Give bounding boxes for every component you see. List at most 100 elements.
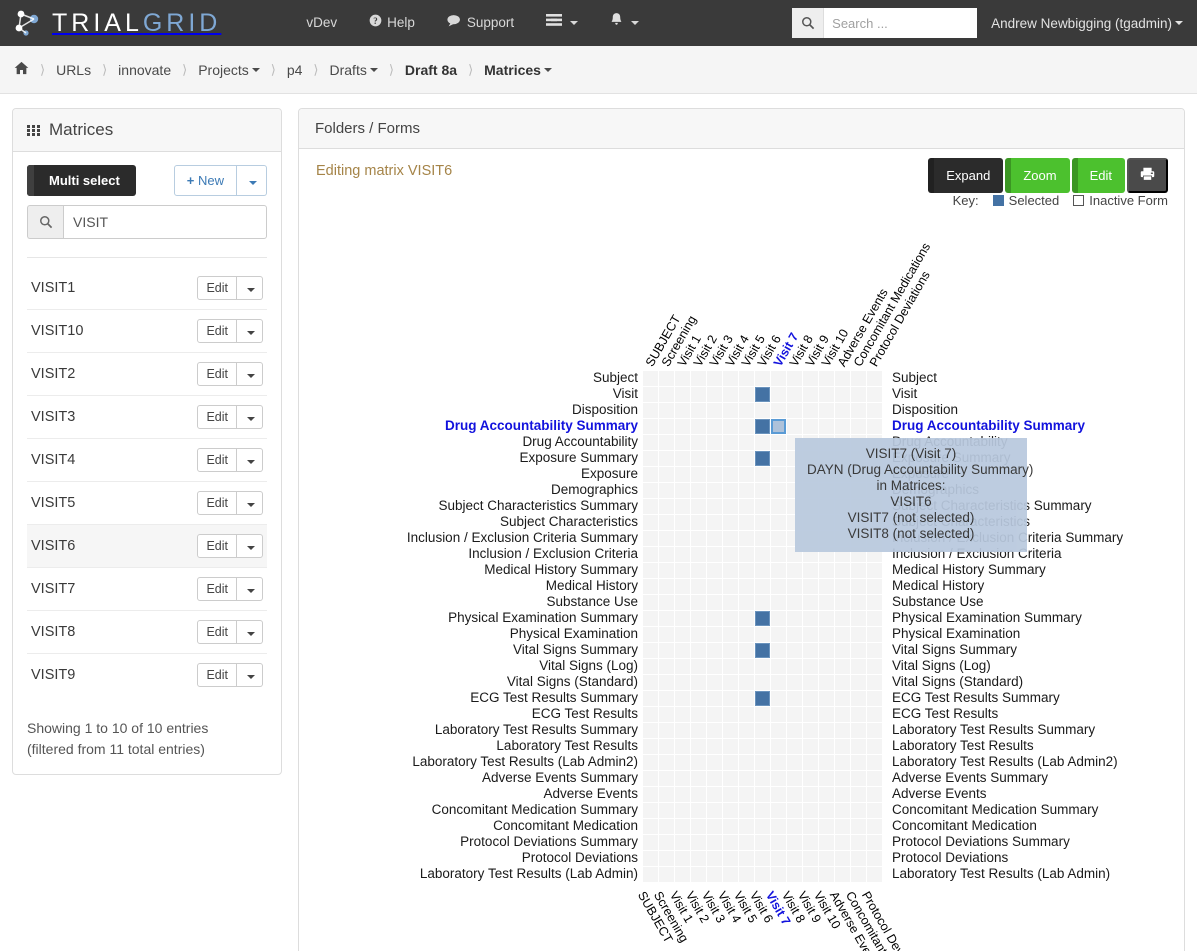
- nav-item-menu[interactable]: [530, 0, 594, 46]
- matrix-cell[interactable]: [755, 611, 770, 626]
- matrix-cell[interactable]: [803, 595, 818, 610]
- matrix-row-dropdown-button[interactable]: [237, 491, 263, 515]
- matrix-cell[interactable]: [867, 595, 882, 610]
- matrix-cell[interactable]: [787, 371, 802, 386]
- matrix-row-header[interactable]: Exposure Summary: [299, 450, 638, 466]
- matrix-cell[interactable]: [643, 627, 658, 642]
- matrix-cell[interactable]: [739, 787, 754, 802]
- matrix-row-header[interactable]: ECG Test Results Summary: [299, 690, 638, 706]
- matrix-row-dropdown-button[interactable]: [237, 448, 263, 472]
- matrix-cell[interactable]: [675, 515, 690, 530]
- matrix-edit-button[interactable]: Edit: [197, 319, 237, 343]
- matrix-cell[interactable]: [819, 675, 834, 690]
- matrix-cell[interactable]: [643, 419, 658, 434]
- matrix-cell[interactable]: [803, 851, 818, 866]
- matrix-cell[interactable]: [739, 435, 754, 450]
- matrix-cell[interactable]: [771, 563, 786, 578]
- matrix-cell[interactable]: [691, 787, 706, 802]
- matrix-cell[interactable]: [643, 515, 658, 530]
- matrix-cell[interactable]: [691, 579, 706, 594]
- matrix-cell[interactable]: [707, 723, 722, 738]
- matrix-cell[interactable]: [755, 739, 770, 754]
- matrix-cell[interactable]: [803, 867, 818, 882]
- matrix-cell[interactable]: [803, 803, 818, 818]
- search-input[interactable]: [824, 8, 978, 38]
- matrix-row-header[interactable]: Concomitant Medication Summary: [299, 802, 638, 818]
- matrix-cell[interactable]: [723, 819, 738, 834]
- matrix-cell[interactable]: [675, 611, 690, 626]
- matrix-cell[interactable]: [723, 659, 738, 674]
- matrix-cell[interactable]: [675, 371, 690, 386]
- matrix-cell[interactable]: [803, 563, 818, 578]
- matrix-cell[interactable]: [755, 387, 770, 402]
- matrix-row-header-right[interactable]: Physical Examination Summary: [892, 610, 1082, 626]
- matrix-cell[interactable]: [771, 499, 786, 514]
- matrix-cell[interactable]: [643, 483, 658, 498]
- matrix-cell[interactable]: [659, 867, 674, 882]
- matrix-cell[interactable]: [707, 675, 722, 690]
- matrix-cell[interactable]: [659, 371, 674, 386]
- matrix-cell[interactable]: [787, 787, 802, 802]
- matrix-cell[interactable]: [771, 835, 786, 850]
- matrix-cell[interactable]: [851, 563, 866, 578]
- matrix-list-item[interactable]: VISIT1 Edit: [27, 267, 267, 309]
- matrix-cell[interactable]: [787, 627, 802, 642]
- matrix-row-header-right[interactable]: ECG Test Results: [892, 706, 998, 722]
- nav-item-vdev[interactable]: vDev: [290, 0, 353, 46]
- matrix-cell[interactable]: [787, 403, 802, 418]
- matrix-cell[interactable]: [707, 851, 722, 866]
- matrix-cell[interactable]: [819, 387, 834, 402]
- matrix-cell[interactable]: [819, 867, 834, 882]
- matrix-row-header[interactable]: Medical History Summary: [299, 562, 638, 578]
- matrix-cell[interactable]: [787, 803, 802, 818]
- matrix-cell[interactable]: [803, 627, 818, 642]
- matrix-cell[interactable]: [771, 611, 786, 626]
- matrix-cell[interactable]: [675, 851, 690, 866]
- matrix-cell[interactable]: [707, 739, 722, 754]
- matrix-cell[interactable]: [755, 867, 770, 882]
- matrix-cell[interactable]: [867, 835, 882, 850]
- matrix-cell[interactable]: [835, 595, 850, 610]
- matrix-cell[interactable]: [835, 787, 850, 802]
- matrix-cell[interactable]: [659, 627, 674, 642]
- matrix-row-header[interactable]: Inclusion / Exclusion Criteria Summary: [299, 530, 638, 546]
- matrix-cell[interactable]: [723, 435, 738, 450]
- matrix-cell[interactable]: [819, 371, 834, 386]
- breadcrumb-item-draft8a[interactable]: Draft 8a: [405, 62, 457, 78]
- matrix-cell[interactable]: [723, 771, 738, 786]
- matrix-edit-button[interactable]: Edit: [197, 448, 237, 472]
- matrix-list-item[interactable]: VISIT4 Edit: [27, 438, 267, 481]
- matrix-cell[interactable]: [771, 643, 786, 658]
- matrix-cell[interactable]: [659, 515, 674, 530]
- matrix-cell[interactable]: [723, 595, 738, 610]
- matrix-cell[interactable]: [819, 643, 834, 658]
- matrix-cell[interactable]: [867, 563, 882, 578]
- matrix-cell[interactable]: [675, 579, 690, 594]
- matrix-cell[interactable]: [659, 467, 674, 482]
- matrix-cell[interactable]: [723, 611, 738, 626]
- matrix-cell[interactable]: [643, 499, 658, 514]
- matrix-cell[interactable]: [755, 659, 770, 674]
- matrix-cell[interactable]: [707, 595, 722, 610]
- matrices-filter-input[interactable]: [63, 205, 267, 239]
- matrix-row-header[interactable]: Laboratory Test Results (Lab Admin2): [299, 754, 638, 770]
- matrix-row-dropdown-button[interactable]: [237, 405, 263, 429]
- matrix-cell[interactable]: [739, 739, 754, 754]
- matrix-cell[interactable]: [851, 659, 866, 674]
- matrix-cell[interactable]: [723, 707, 738, 722]
- matrix-cell[interactable]: [819, 739, 834, 754]
- matrix-row-header-right[interactable]: Substance Use: [892, 594, 984, 610]
- matrix-cell[interactable]: [803, 819, 818, 834]
- matrix-cell[interactable]: [755, 835, 770, 850]
- matrix-cell[interactable]: [771, 675, 786, 690]
- matrix-row-header-right[interactable]: Laboratory Test Results: [892, 738, 1034, 754]
- matrix-cell[interactable]: [659, 691, 674, 706]
- matrix-cell[interactable]: [787, 819, 802, 834]
- breadcrumb-item-p4[interactable]: p4: [287, 62, 303, 78]
- matrix-row-dropdown-button[interactable]: [237, 276, 263, 300]
- matrix-cell[interactable]: [851, 675, 866, 690]
- nav-item-help[interactable]: ? Help: [353, 0, 431, 46]
- matrix-cell[interactable]: [867, 723, 882, 738]
- matrix-cell[interactable]: [643, 579, 658, 594]
- matrix-cell[interactable]: [739, 851, 754, 866]
